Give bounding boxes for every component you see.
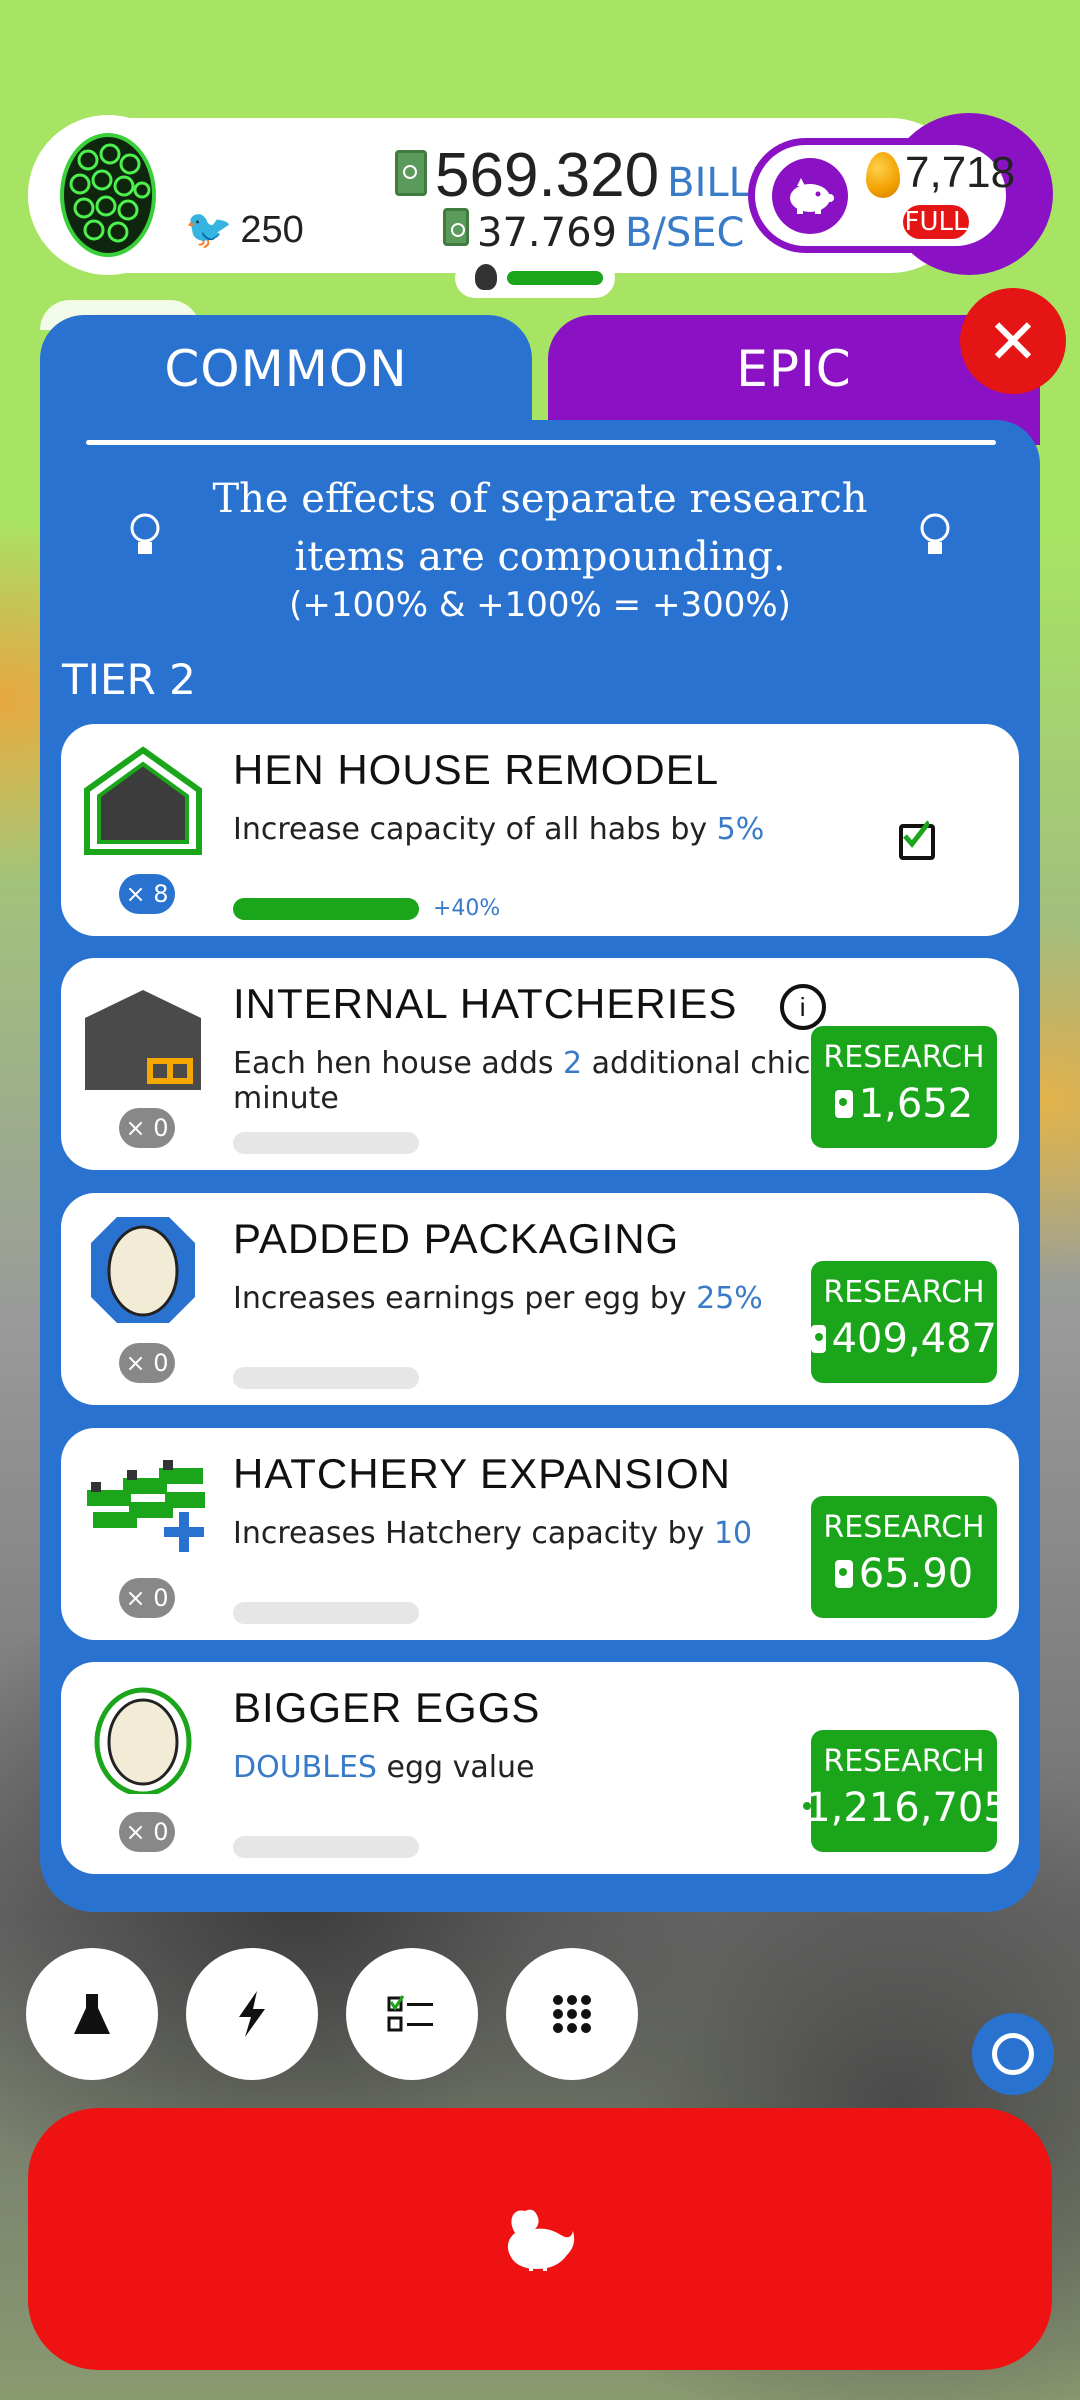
hatchery-house-icon: [83, 980, 203, 1090]
research-card-hatchery-expansion: × 0 HATCHERY EXPANSION Increases Hatcher…: [61, 1428, 1019, 1640]
hatch-progress: [455, 258, 615, 298]
research-progress-bar: [233, 1132, 419, 1154]
completed-check-icon: [899, 820, 935, 860]
chicken-count: 🐦 250: [185, 208, 304, 252]
info-icon[interactable]: i: [780, 983, 827, 1030]
hatch-chicken-button[interactable]: [28, 2108, 1052, 2370]
golden-egg-icon: [866, 152, 900, 198]
lightbulb-icon: [920, 513, 950, 554]
chicken-icon: 🐦: [185, 209, 233, 251]
chicken-count-value: 250: [240, 208, 304, 251]
research-bonus: +40%: [433, 896, 501, 921]
chick-icon: [475, 264, 497, 290]
circle-icon: [992, 2033, 1034, 2075]
panel-divider: [86, 440, 996, 445]
cash-icon: [834, 1090, 853, 1118]
research-progress-bar: [233, 1602, 419, 1624]
research-description: DOUBLES egg value: [233, 1750, 535, 1785]
rate-unit: B/SEC: [624, 210, 745, 256]
missions-nav-button[interactable]: [346, 1948, 478, 2080]
research-button[interactable]: RESEARCH 409,487: [811, 1261, 997, 1383]
research-title: BIGGER EGGS: [233, 1684, 541, 1731]
research-progress-bar: [233, 898, 419, 920]
close-button[interactable]: ✕: [960, 288, 1066, 394]
camera-toggle-button[interactable]: [972, 2013, 1054, 2095]
lightbulb-icon: [130, 513, 160, 554]
menu-nav-button[interactable]: [506, 1948, 638, 2080]
boosts-nav-button[interactable]: [186, 1948, 318, 2080]
research-card-internal-hatcheries: × 0 INTERNAL HATCHERIES i Each hen house…: [61, 958, 1019, 1170]
research-info-example: (+100% & +100% = +300%): [289, 585, 791, 625]
rate-value: 37.769: [477, 210, 617, 256]
research-title: HEN HOUSE REMODEL: [233, 746, 720, 793]
cash-icon: [443, 208, 469, 246]
hatchery-expansion-icon: [83, 1450, 205, 1560]
research-description: Increases earnings per egg by 25%: [233, 1281, 763, 1316]
research-card-hen-house-remodel: × 8 HEN HOUSE REMODEL Increase capacity …: [61, 724, 1019, 936]
flask-icon: [74, 1994, 110, 2034]
research-description: Increase capacity of all habs by 5%: [233, 812, 765, 847]
research-description: Increases Hatchery capacity by 10: [233, 1516, 753, 1551]
golden-egg-count: 7,718: [905, 148, 1016, 197]
piggy-bank-icon: [790, 178, 834, 214]
hatch-progress-bar: [507, 271, 603, 285]
research-button[interactable]: RESEARCH 1,216,705: [803, 1730, 1009, 1852]
cash-icon: [395, 150, 427, 196]
research-button[interactable]: RESEARCH 65.90: [811, 1496, 997, 1618]
piggy-full-badge: FULL: [903, 205, 969, 239]
grid-icon: [553, 1995, 591, 2033]
research-button[interactable]: RESEARCH 1,652: [811, 1026, 997, 1148]
income-rate: 37.769 B/SEC: [443, 208, 744, 256]
egg-type-button[interactable]: [28, 115, 188, 275]
research-title: HATCHERY EXPANSION: [233, 1450, 732, 1497]
tab-common-label: COMMON: [164, 340, 408, 398]
research-title: PADDED PACKAGING: [233, 1215, 680, 1262]
research-card-padded-packaging: × 0 PADDED PACKAGING Increases earnings …: [61, 1193, 1019, 1405]
research-nav-button[interactable]: [26, 1948, 158, 2080]
padded-egg-icon: [83, 1215, 203, 1325]
checklist-icon: [387, 1995, 433, 2032]
research-title: INTERNAL HATCHERIES i: [233, 980, 827, 1030]
bigger-egg-icon: [83, 1684, 203, 1797]
research-level: × 8: [119, 874, 175, 914]
research-level: × 0: [119, 1108, 175, 1148]
research-level: × 0: [119, 1343, 175, 1383]
research-card-bigger-eggs: × 0 BIGGER EGGS DOUBLES egg value RESEAR…: [61, 1662, 1019, 1874]
chicken-icon: [507, 2209, 575, 2271]
research-level: × 0: [119, 1812, 175, 1852]
close-icon: ✕: [987, 304, 1039, 378]
hen-house-icon: [83, 746, 203, 856]
cash-icon: [834, 1560, 853, 1588]
cash-icon: [811, 1325, 826, 1353]
research-info-text: The effects of separate research items a…: [212, 476, 868, 580]
research-progress-bar: [233, 1836, 419, 1858]
money-value: 569.320: [435, 141, 660, 210]
tier-label: TIER 2: [62, 655, 196, 704]
research-level: × 0: [119, 1578, 175, 1618]
lightning-icon: [239, 1991, 265, 2037]
research-progress-bar: [233, 1367, 419, 1389]
piggy-bank-button[interactable]: [772, 158, 848, 234]
fusion-egg-icon: [60, 133, 156, 257]
